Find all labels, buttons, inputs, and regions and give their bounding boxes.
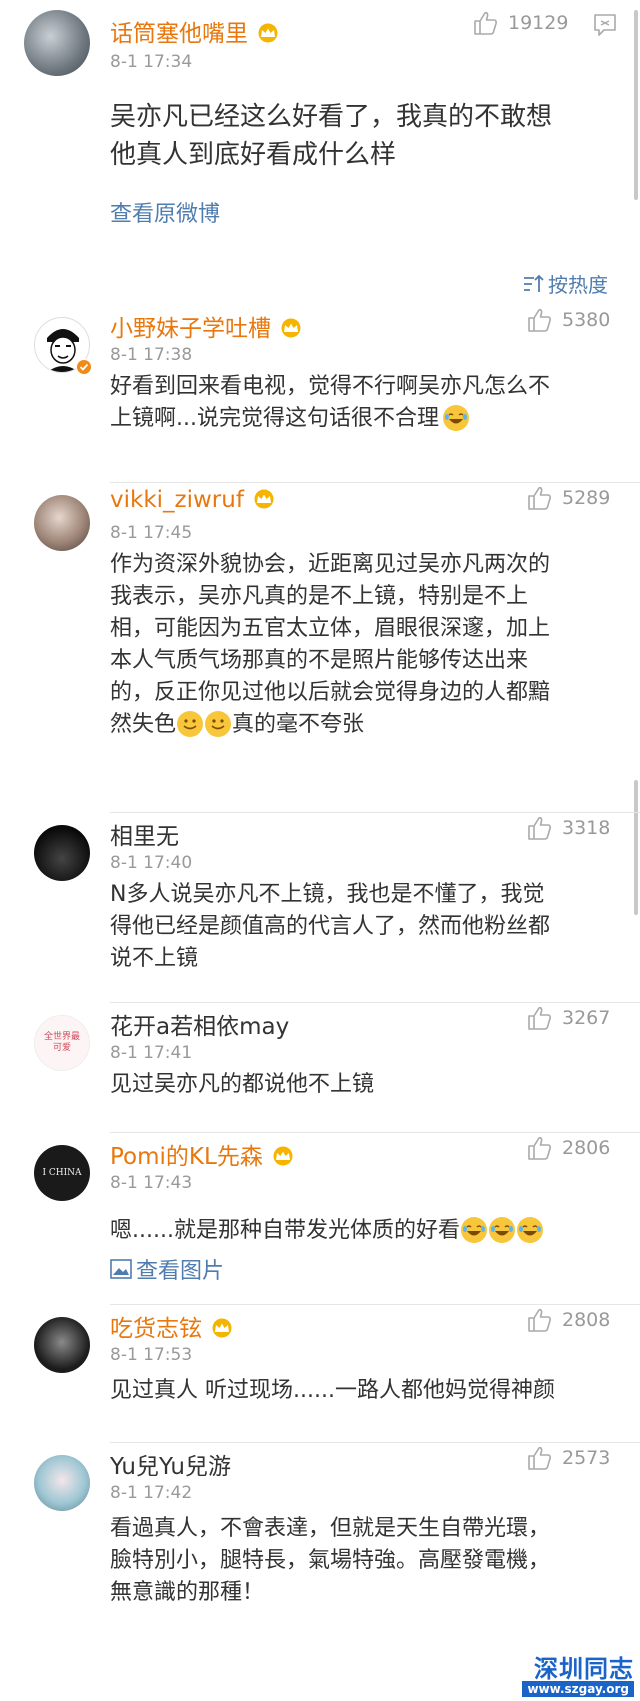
post-text: 吴亦凡已经这么好看了，我真的不敢想 他真人到底好看成什么样 xyxy=(110,102,553,170)
comment-item: 全世界最可爱 花开a若相依may 8-1 17:41 3267 见过吴亦凡的都说… xyxy=(0,1003,640,1133)
laugh-cry-emoji-icon xyxy=(516,1217,543,1243)
commenter-name[interactable]: 吃货志铉 xyxy=(110,1309,234,1343)
vip-crown-icon xyxy=(254,489,274,509)
like-count: 2573 xyxy=(562,1447,611,1469)
post-time: 8-1 17:34 xyxy=(110,52,193,72)
comment-like-button[interactable]: 2806 xyxy=(526,1135,610,1161)
comment-time: 8-1 17:45 xyxy=(110,523,193,543)
view-original-link[interactable]: 查看原微博 xyxy=(110,196,220,228)
comment-like-button[interactable]: 5289 xyxy=(526,485,610,511)
thumbs-up-icon xyxy=(528,486,551,510)
commenter-name[interactable]: 相里无 xyxy=(110,817,179,851)
comment-time: 8-1 17:42 xyxy=(110,1483,193,1503)
commenter-avatar[interactable] xyxy=(34,1317,90,1373)
thumbs-up-icon xyxy=(528,816,551,840)
comment-time: 8-1 17:53 xyxy=(110,1345,193,1365)
comment-item: 相里无 8-1 17:40 3318 N多人说吴亦凡不上镜，我也是不懂了，我觉 … xyxy=(0,813,640,1003)
like-count: 19129 xyxy=(508,12,569,34)
like-count: 5380 xyxy=(562,309,611,331)
post-avatar[interactable] xyxy=(24,10,90,76)
like-count: 5289 xyxy=(562,487,611,509)
laugh-cry-emoji-icon xyxy=(460,1217,487,1243)
thumbs-up-icon xyxy=(474,11,497,35)
commenter-name[interactable]: 花开a若相依may xyxy=(110,1007,289,1041)
smile-emoji-icon xyxy=(177,711,204,737)
commenter-avatar[interactable] xyxy=(34,495,90,551)
comment-like-button[interactable]: 5380 xyxy=(526,307,610,333)
image-icon xyxy=(110,1259,132,1279)
sort-by-hot-button[interactable]: 按热度 xyxy=(522,269,608,298)
comment-item: 吃货志铉 8-1 17:53 2808 见过真人 听过现场......一路人都他… xyxy=(0,1305,640,1443)
comment-item: 小野妹子学吐槽 8-1 17:38 5380 好看到回来看电视，觉得不行啊吴亦凡… xyxy=(0,305,640,483)
commenter-avatar[interactable]: I CHINA xyxy=(34,1145,90,1201)
post-like-button[interactable]: 19129 xyxy=(472,10,568,36)
laugh-cry-emoji-icon xyxy=(488,1217,515,1243)
vip-crown-icon xyxy=(281,318,301,338)
comment-time: 8-1 17:38 xyxy=(110,345,193,365)
original-post: 话筒塞他嘴里 8-1 17:34 19129 吴亦凡已经这么好看了，我真的不敢想… xyxy=(0,0,640,245)
comment-time: 8-1 17:41 xyxy=(110,1043,193,1063)
verified-badge-icon xyxy=(76,359,92,375)
comment-like-button[interactable]: 3318 xyxy=(526,815,610,841)
comment-item: I CHINA Pomi的KL先森 8-1 17:43 2806 嗯......… xyxy=(0,1133,640,1305)
thumbs-up-icon xyxy=(528,308,551,332)
comment-time: 8-1 17:40 xyxy=(110,853,193,873)
comment-text: 见过吴亦凡的都说他不上镜 xyxy=(110,1072,375,1097)
post-username[interactable]: 话筒塞他嘴里 xyxy=(110,14,280,48)
smile-emoji-icon xyxy=(205,711,232,737)
commenter-name[interactable]: Yu兒Yu兒游 xyxy=(110,1447,231,1481)
comment-time: 8-1 17:43 xyxy=(110,1173,193,1193)
site-watermark: 深圳同志 www.szgay.org xyxy=(522,1649,634,1697)
like-count: 2806 xyxy=(562,1137,611,1159)
vip-crown-icon xyxy=(258,23,278,43)
commenter-name[interactable]: vikki_ziwruf xyxy=(110,487,276,513)
comment-like-button[interactable]: 3267 xyxy=(526,1005,610,1031)
thumbs-up-icon xyxy=(528,1006,551,1030)
view-image-link[interactable]: 查看图片 xyxy=(110,1253,224,1285)
comment-text: 好看到回来看电视，觉得不行啊吴亦凡怎么不 上镜啊...说完觉得这句话很不合理 xyxy=(110,374,551,431)
comment-text: N多人说吴亦凡不上镜，我也是不懂了，我觉 得他已经是颜值高的代言人了，然而他粉丝… xyxy=(110,882,551,971)
comment-list: 按热度 小野妹子学吐槽 8-1 17:38 5380 好看到回来看电视，觉得不行… xyxy=(0,245,640,1701)
thumbs-up-icon xyxy=(528,1308,551,1332)
like-count: 3318 xyxy=(562,817,611,839)
comment-text: 见过真人 听过现场......一路人都他妈觉得神颜 xyxy=(110,1378,555,1403)
thumbs-up-icon xyxy=(528,1136,551,1160)
vip-crown-icon xyxy=(212,1318,232,1338)
thumbs-up-icon xyxy=(528,1446,551,1470)
like-count: 3267 xyxy=(562,1007,611,1029)
comment-text: 嗯......就是那种自带发光体质的好看 xyxy=(110,1215,620,1247)
commenter-name[interactable]: 小野妹子学吐槽 xyxy=(110,309,303,343)
vip-crown-icon xyxy=(273,1146,293,1166)
commenter-avatar[interactable] xyxy=(34,825,90,881)
commenter-name[interactable]: Pomi的KL先森 xyxy=(110,1137,295,1171)
like-count: 2808 xyxy=(562,1309,611,1331)
sort-icon xyxy=(524,274,544,292)
comment-icon[interactable] xyxy=(592,12,618,38)
comment-text: 看過真人，不會表達，但就是天生自帶光環， 臉特別小，腿特長，氣場特強。高壓發電機… xyxy=(110,1516,551,1605)
scrollbar-thumb[interactable] xyxy=(634,10,638,200)
commenter-avatar[interactable] xyxy=(34,1455,90,1511)
comment-like-button[interactable]: 2808 xyxy=(526,1307,610,1333)
laugh-cry-emoji-icon xyxy=(442,405,469,431)
comment-item: vikki_ziwruf 8-1 17:45 5289 作为资深外貌协会，近距离… xyxy=(0,483,640,813)
comment-text: 作为资深外貌协会，近距离见过吴亦凡两次的 我表示，吴亦凡真的是不上镜，特别是不上… xyxy=(110,552,551,737)
commenter-avatar[interactable]: 全世界最可爱 xyxy=(34,1015,90,1071)
comment-like-button[interactable]: 2573 xyxy=(526,1445,610,1471)
